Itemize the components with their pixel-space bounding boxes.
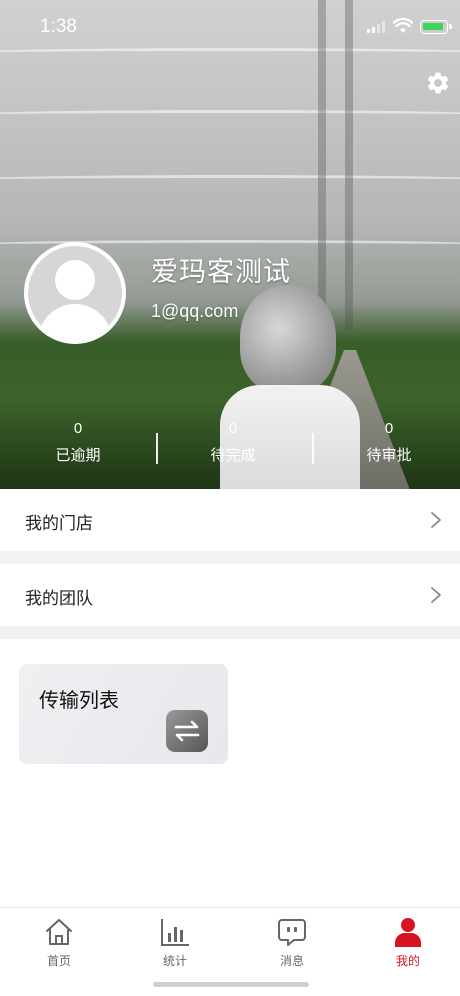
stat-pending-label: 待完成 [210, 446, 256, 464]
wifi-icon [393, 18, 413, 33]
tab-home-label: 首页 [46, 954, 71, 968]
stat-approval-label: 待审批 [366, 446, 412, 464]
tab-mine-label: 我的 [395, 954, 420, 968]
section-gap [0, 626, 460, 639]
chevron-right-icon [431, 512, 441, 528]
stat-pending[interactable]: 0 待完成 [168, 417, 298, 465]
stat-overdue[interactable]: 0 已逾期 [13, 417, 143, 465]
tab-mine[interactable]: 我的 [368, 914, 448, 974]
greenhouse-arch [0, 175, 460, 185]
menu-item-my-store[interactable]: 我的门店 [0, 489, 460, 551]
transfer-list-card[interactable]: 传输列表 [19, 664, 228, 764]
avatar[interactable] [24, 242, 126, 344]
menu-item-label: 我的门店 [25, 514, 93, 534]
avatar-head [55, 260, 95, 300]
section-gap [0, 551, 460, 564]
divider [156, 433, 158, 464]
user-email: 1@qq.com [151, 301, 239, 321]
greenhouse-arch [0, 110, 460, 120]
avatar-body [38, 304, 112, 340]
stat-overdue-label: 已逾期 [55, 446, 101, 464]
gear-icon[interactable] [425, 70, 451, 96]
transfer-list-title: 传输列表 [39, 688, 119, 712]
chevron-right-icon [431, 587, 441, 603]
tab-messages[interactable]: 消息 [252, 914, 332, 974]
menu-item-label: 我的团队 [25, 589, 93, 609]
bar-chart-icon [161, 919, 189, 946]
stat-approval-count: 0 [384, 420, 394, 437]
transfer-icon [166, 710, 208, 752]
stat-overdue-count: 0 [73, 420, 83, 437]
stat-pending-count: 0 [228, 420, 238, 437]
home-indicator [153, 982, 309, 987]
battery-icon [420, 20, 452, 34]
task-stats: 0 已逾期 0 待完成 0 待审批 [0, 417, 460, 471]
divider [312, 433, 314, 464]
status-time: 1:38 [40, 16, 77, 37]
home-icon [46, 919, 72, 945]
tab-statistics[interactable]: 统计 [135, 914, 215, 974]
stat-approval[interactable]: 0 待审批 [324, 417, 454, 465]
tab-messages-label: 消息 [279, 954, 304, 968]
signal-icon [367, 21, 387, 33]
status-bar: 1:38 [0, 0, 460, 54]
tab-statistics-label: 统计 [162, 954, 187, 968]
message-icon [278, 919, 306, 946]
tab-home[interactable]: 首页 [19, 914, 99, 974]
username: 爱玛客测试 [151, 257, 291, 288]
user-icon [395, 918, 421, 947]
menu-item-my-team[interactable]: 我的团队 [0, 564, 460, 626]
